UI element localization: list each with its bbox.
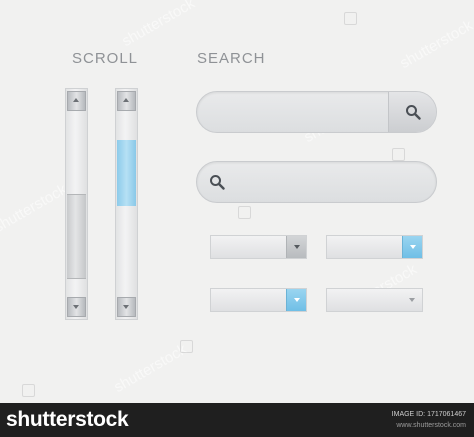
scroll-down-button[interactable]	[117, 297, 136, 317]
watermark-icon	[238, 206, 251, 219]
search-heading: SEARCH	[197, 50, 266, 67]
watermark-icon	[180, 340, 193, 353]
image-id: IMAGE ID: 1717061467	[391, 411, 466, 418]
vertical-scrollbar-blue[interactable]	[115, 88, 138, 320]
dropdown-select[interactable]	[326, 235, 423, 259]
arrow-up-icon	[123, 98, 129, 102]
watermark-icon	[344, 12, 357, 25]
watermark-text: shutterstock	[111, 340, 190, 397]
watermark-icon	[22, 384, 35, 397]
search-box	[196, 91, 437, 134]
dropdown-arrow-button[interactable]	[286, 236, 306, 258]
vertical-scrollbar[interactable]	[65, 88, 88, 320]
arrow-down-icon	[123, 305, 129, 309]
scroll-thumb[interactable]	[117, 140, 136, 206]
chevron-down-icon	[410, 245, 416, 249]
chevron-down-icon	[294, 245, 300, 249]
search-button[interactable]	[388, 92, 436, 132]
dropdown-select[interactable]	[210, 288, 307, 312]
brand-logo: shutterstock	[6, 408, 129, 431]
scroll-down-button[interactable]	[67, 297, 86, 317]
search-input[interactable]	[209, 92, 386, 134]
magnifier-icon	[406, 105, 421, 120]
scroll-up-button[interactable]	[117, 91, 136, 111]
dropdown-select[interactable]	[326, 288, 423, 312]
dropdown-arrow-button[interactable]	[402, 289, 422, 311]
watermark-icon	[392, 148, 405, 161]
stock-footer-bar: shutterstock IMAGE ID: 1717061467 www.sh…	[0, 403, 474, 437]
dropdown-select[interactable]	[210, 235, 307, 259]
watermark-text: shutterstock	[0, 180, 70, 237]
arrow-up-icon	[73, 98, 79, 102]
chevron-down-icon	[409, 298, 415, 302]
scroll-thumb[interactable]	[67, 194, 86, 279]
watermark-text: shutterstock	[397, 16, 474, 73]
dropdown-arrow-button[interactable]	[402, 236, 422, 258]
scroll-up-button[interactable]	[67, 91, 86, 111]
site-url: www.shutterstock.com	[396, 422, 466, 429]
arrow-down-icon	[73, 305, 79, 309]
watermark-text: shutterstock	[119, 0, 198, 51]
scroll-heading: SCROLL	[72, 50, 139, 67]
search-box-left-icon	[196, 161, 437, 204]
chevron-down-icon	[294, 298, 300, 302]
magnifier-icon	[210, 175, 225, 190]
search-input[interactable]	[235, 162, 422, 204]
dropdown-arrow-button[interactable]	[286, 289, 306, 311]
